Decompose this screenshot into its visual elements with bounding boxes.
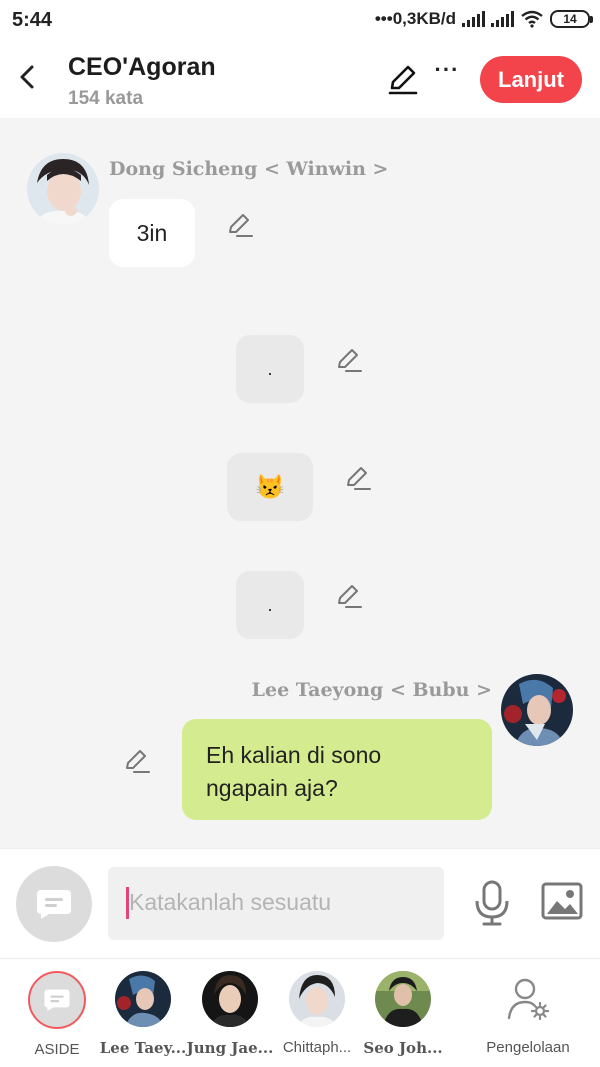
pencil-icon [126, 750, 150, 773]
narration-bubble[interactable]: . [236, 571, 304, 639]
character-label: Chittaph... [282, 1039, 352, 1056]
input-bar: Katakanlah sesuatu [0, 848, 600, 958]
character-label: Pengelolaan [486, 1039, 570, 1056]
pencil-icon [229, 214, 253, 237]
aside-toggle-button[interactable] [16, 866, 92, 942]
character-item[interactable]: Jung Jae... [186, 971, 274, 1057]
avatar[interactable] [501, 674, 573, 746]
character-aside[interactable]: ASIDE [13, 971, 101, 1058]
character-label: Jung Jae... [186, 1039, 274, 1057]
avatar [202, 971, 258, 1027]
header: CEO'Agoran 154 kata ··· Lanjut [0, 42, 600, 118]
sender-name: Lee Taeyong < Bubu > [251, 679, 492, 701]
network-speed: •••0,3KB/d [374, 9, 456, 28]
signal-icon [491, 11, 514, 27]
narration-bubble[interactable]: 😾 [227, 453, 313, 521]
edit-message-button[interactable] [334, 581, 364, 611]
signal-icon [462, 11, 485, 27]
user-settings-icon [500, 971, 556, 1027]
battery-icon: 14 [550, 10, 593, 28]
avatar[interactable] [27, 153, 99, 225]
message-bubble[interactable]: 3in [109, 199, 195, 267]
edit-message-button[interactable] [343, 463, 373, 493]
edit-message-button[interactable] [122, 746, 152, 776]
next-button[interactable]: Lanjut [480, 56, 582, 103]
edit-message-button[interactable] [225, 210, 255, 240]
sender-name: Dong Sicheng < Winwin > [109, 158, 389, 180]
narration-bubble[interactable]: . [236, 335, 304, 403]
pencil-icon [338, 349, 362, 372]
message-placeholder: Katakanlah sesuatu [129, 889, 332, 915]
image-icon [541, 882, 583, 920]
avatar [289, 971, 345, 1027]
word-count: 154 kata [68, 88, 144, 109]
message-icon [37, 890, 71, 919]
more-options-button[interactable]: ··· [432, 57, 462, 90]
pencil-icon [388, 65, 418, 95]
character-label: ASIDE [34, 1041, 80, 1058]
image-upload-button[interactable] [540, 881, 584, 921]
voice-input-button[interactable] [472, 879, 512, 927]
pencil-icon [347, 467, 371, 490]
wifi-icon [521, 10, 543, 28]
avatar [375, 971, 431, 1027]
character-label: Seo Joh... [363, 1039, 443, 1057]
character-label: Lee Taey... [99, 1039, 187, 1057]
page-title: CEO'Agoran [68, 53, 216, 81]
back-button[interactable] [12, 60, 42, 94]
chevron-left-icon [20, 65, 34, 89]
aside-avatar [28, 971, 86, 1029]
status-indicators: •••0,3KB/d 14 [374, 9, 593, 29]
more-icon: ··· [434, 57, 460, 82]
status-time: 5:44 [12, 9, 53, 31]
chat-area[interactable]: Dong Sicheng < Winwin > 3in . 😾 . Lee Ta… [0, 118, 600, 848]
character-item[interactable]: Chittaph... [273, 971, 361, 1056]
avatar [115, 971, 171, 1027]
character-item[interactable]: Seo Joh... [359, 971, 447, 1057]
message-bubble[interactable]: Eh kalian di sono ngapain aja? [182, 719, 492, 820]
microphone-icon [475, 880, 509, 926]
status-bar: 5:44 •••0,3KB/d 14 [0, 0, 600, 42]
character-item[interactable]: Lee Taey... [99, 971, 187, 1057]
edit-button[interactable] [386, 62, 420, 96]
message-icon [44, 989, 70, 1012]
pencil-icon [338, 585, 362, 608]
edit-message-button[interactable] [334, 345, 364, 375]
message-input[interactable]: Katakanlah sesuatu [108, 867, 444, 940]
character-management-button[interactable]: Pengelolaan [484, 971, 572, 1056]
character-bar: ASIDE Lee Taey... Jung Jae... Chittaph..… [0, 958, 600, 1067]
